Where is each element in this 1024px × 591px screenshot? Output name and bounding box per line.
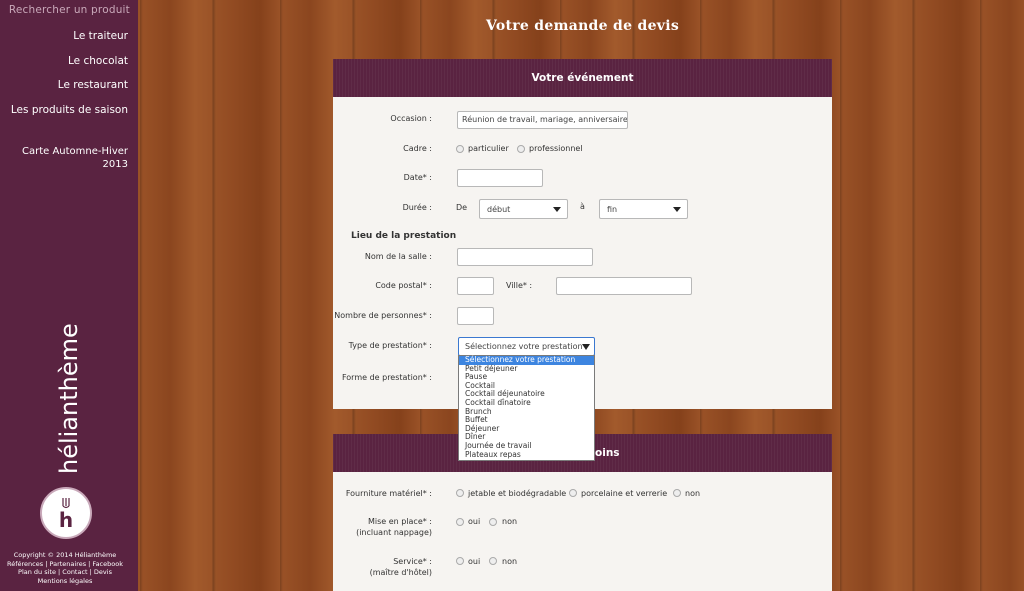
personnes-input[interactable] — [457, 307, 494, 325]
footer-links-3[interactable]: Mentions légales — [0, 577, 130, 586]
date-input[interactable] — [457, 169, 543, 187]
season-line-2: 2013 — [102, 159, 128, 170]
mise-non-label: non — [502, 517, 518, 526]
cadre-professionnel-label: professionnel — [529, 144, 583, 153]
cadre-professionnel-radio[interactable] — [517, 145, 525, 153]
search-product-link[interactable]: Rechercher un produit — [0, 4, 130, 16]
fourniture-porcelaine-label: porcelaine et verrerie — [581, 489, 668, 498]
type-prestation-options: Sélectionnez votre prestation Petit déje… — [458, 355, 595, 461]
chevron-down-icon — [582, 344, 590, 350]
occasion-label: Occasion : — [390, 114, 432, 123]
type-option[interactable]: Plateaux repas — [459, 450, 594, 460]
mise-non-radio[interactable] — [489, 518, 497, 526]
mise-oui-label: oui — [468, 517, 481, 526]
logo-icon[interactable]: h — [40, 487, 92, 539]
sidebar-nav: Le traiteur Le chocolat Le restaurant Le… — [11, 29, 128, 128]
service-oui-radio[interactable] — [456, 557, 464, 565]
date-label: Date* : — [403, 173, 432, 182]
nav-item-restaurant[interactable]: Le restaurant — [11, 78, 128, 103]
footer-links-2[interactable]: Plan du site | Contact | Devis — [0, 568, 130, 577]
service-non-label: non — [502, 557, 518, 566]
nav-item-produits-saison[interactable]: Les produits de saison — [11, 103, 128, 128]
lieu-section-title: Lieu de la prestation — [351, 231, 457, 241]
cadre-particulier-radio[interactable] — [456, 145, 464, 153]
ville-input[interactable] — [556, 277, 692, 295]
service-oui-label: oui — [468, 557, 481, 566]
chevron-down-icon — [673, 207, 681, 212]
occasion-input[interactable]: Réunion de travail, mariage, anniversair… — [457, 111, 628, 129]
duree-a-label: à — [580, 202, 585, 211]
logo-letter: h — [59, 508, 73, 532]
fourniture-porcelaine-radio[interactable] — [569, 489, 577, 497]
footer-copyright: Copyright © 2014 Hélianthème — [13, 551, 117, 559]
sidebar: Rechercher un produit Le traiteur Le cho… — [0, 0, 138, 591]
brand-text: hélianthème — [55, 323, 83, 474]
cadre-particulier-label: particulier — [468, 144, 509, 153]
code-postal-input[interactable] — [457, 277, 494, 295]
season-line-1: Carte Automne-Hiver — [21, 146, 128, 157]
duree-end-select[interactable]: fin — [599, 199, 688, 219]
mise-en-place-label: Mise en place* : — [367, 517, 432, 526]
salle-input[interactable] — [457, 248, 593, 266]
fourniture-jetable-label: jetable et biodégradable — [468, 489, 567, 498]
chevron-down-icon — [553, 207, 561, 212]
service-sublabel: (maître d'hôtel) — [369, 568, 432, 577]
footer-links-1[interactable]: Références | Partenaires | Facebook — [0, 560, 130, 569]
season-menu-link[interactable]: Carte Automne-Hiver 2013 — [22, 145, 128, 171]
fourniture-label: Fourniture matériel* : — [345, 489, 432, 498]
forme-prestation-label: Forme de prestation* : — [341, 373, 432, 382]
duree-start-value: début — [487, 205, 511, 214]
service-non-radio[interactable] — [489, 557, 497, 565]
duree-start-select[interactable]: début — [479, 199, 568, 219]
mise-en-place-sublabel: (incluant nappage) — [356, 528, 432, 537]
brand-wordmark: hélianthème — [50, 318, 86, 474]
type-prestation-label: Type de prestation* : — [348, 341, 432, 350]
cadre-label: Cadre : — [403, 144, 432, 153]
page-title: Votre demande de devis — [485, 18, 680, 34]
footer: Copyright © 2014 Hélianthème Références … — [0, 551, 130, 585]
nav-item-traiteur[interactable]: Le traiteur — [11, 29, 128, 54]
duree-end-value: fin — [607, 205, 618, 214]
duree-label: Durée : — [402, 203, 432, 212]
fourniture-jetable-radio[interactable] — [456, 489, 464, 497]
ville-label: Ville* : — [506, 281, 533, 290]
fourniture-non-label: non — [685, 489, 701, 498]
mise-oui-radio[interactable] — [456, 518, 464, 526]
code-postal-label: Code postal* : — [375, 281, 432, 290]
service-label: Service* : — [393, 557, 432, 566]
personnes-label: Nombre de personnes* : — [334, 311, 432, 320]
type-prestation-value: Sélectionnez votre prestation — [465, 342, 583, 351]
type-prestation-select[interactable]: Sélectionnez votre prestation — [458, 337, 595, 356]
event-panel-header: Votre événement — [333, 59, 832, 97]
nav-item-chocolat[interactable]: Le chocolat — [11, 54, 128, 79]
salle-label: Nom de la salle : — [364, 252, 432, 261]
duree-de-label: De — [456, 203, 468, 212]
fourniture-non-radio[interactable] — [673, 489, 681, 497]
